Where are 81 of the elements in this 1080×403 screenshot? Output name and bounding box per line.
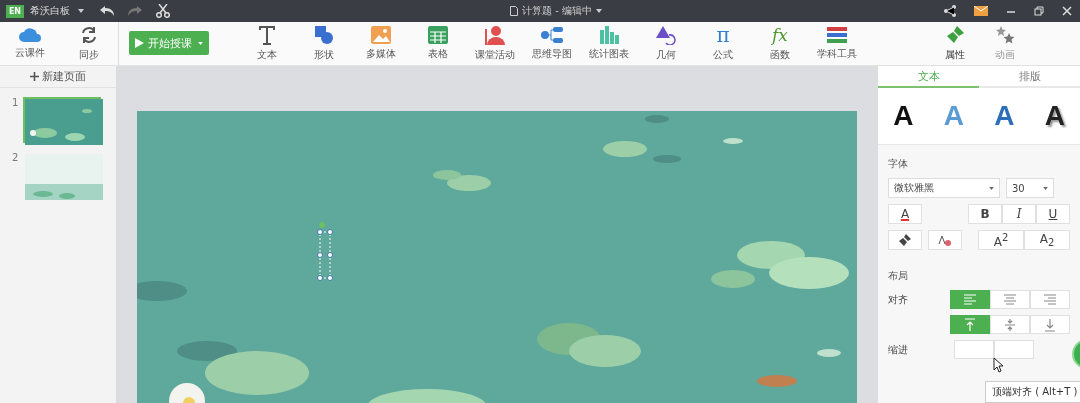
stars-icon bbox=[995, 25, 1015, 45]
page-thumbnail[interactable] bbox=[23, 97, 101, 143]
caret-icon bbox=[1043, 186, 1048, 190]
text-icon bbox=[258, 25, 276, 45]
page-thumbnail[interactable] bbox=[23, 152, 101, 198]
play-icon bbox=[135, 38, 144, 48]
image-icon bbox=[371, 26, 391, 44]
triangle-icon bbox=[655, 25, 677, 45]
align-center-icon bbox=[1002, 292, 1018, 307]
mindmap-tool[interactable]: 思维导图 bbox=[524, 22, 580, 65]
sync-button[interactable]: 同步 bbox=[60, 22, 117, 65]
activity-tool[interactable]: 课堂活动 bbox=[467, 22, 523, 65]
mail-icon[interactable] bbox=[974, 6, 988, 16]
scissors-icon[interactable] bbox=[156, 4, 170, 18]
page-number: 2 bbox=[12, 152, 18, 163]
text-style-option[interactable]: A bbox=[994, 100, 1015, 132]
document-title[interactable]: 计算题 - 编辑中 bbox=[522, 4, 592, 18]
caret-icon[interactable] bbox=[78, 9, 84, 13]
bar-chart-icon bbox=[599, 26, 619, 44]
script-button[interactable]: A$^{2}$ bbox=[978, 230, 1024, 250]
undo-icon[interactable] bbox=[100, 6, 114, 16]
books-tool[interactable]: 学科工具 bbox=[809, 22, 865, 65]
format-painter-button[interactable] bbox=[888, 230, 922, 250]
geometry-tool[interactable]: 几何 bbox=[638, 22, 694, 65]
text-tool[interactable]: 文本 bbox=[239, 22, 295, 65]
bold-button[interactable]: B bbox=[968, 204, 1002, 224]
caret-icon[interactable] bbox=[595, 9, 602, 13]
page-number: 1 bbox=[12, 97, 18, 108]
font-size-dropdown[interactable]: 30 bbox=[1006, 178, 1054, 198]
pi-tool[interactable]: π 公式 bbox=[695, 22, 751, 65]
table-icon bbox=[428, 26, 448, 44]
italic-button[interactable]: I bbox=[1002, 204, 1036, 224]
clear-format-button[interactable] bbox=[928, 230, 962, 250]
font-color-button[interactable]: A bbox=[888, 204, 922, 224]
restore-icon[interactable] bbox=[1034, 6, 1044, 16]
align-label: 对齐 bbox=[888, 292, 909, 307]
shapes-icon bbox=[314, 25, 334, 45]
fx-tool[interactable]: fx 函数 bbox=[752, 22, 808, 65]
align-button[interactable] bbox=[950, 290, 990, 309]
align-top-icon bbox=[962, 317, 978, 332]
shape-tool[interactable]: 形状 bbox=[296, 22, 352, 65]
new-page-button[interactable]: 新建页面 bbox=[0, 66, 116, 88]
align-right-icon bbox=[1042, 292, 1058, 307]
share-icon[interactable] bbox=[944, 5, 956, 17]
cloud-icon bbox=[17, 27, 42, 43]
underline-button[interactable]: U bbox=[1036, 204, 1070, 224]
font-dropdown[interactable]: 微软雅黑 bbox=[888, 178, 1000, 198]
section-title: 字体 bbox=[887, 157, 909, 171]
eraser-icon bbox=[938, 234, 952, 246]
indent-button[interactable] bbox=[954, 340, 994, 359]
caret-icon bbox=[989, 186, 994, 190]
align-middle-icon bbox=[1002, 317, 1018, 332]
brush-icon bbox=[899, 234, 911, 246]
text-style-option[interactable]: A bbox=[893, 100, 914, 132]
document-icon bbox=[510, 6, 518, 16]
fx-icon: fx bbox=[772, 25, 788, 45]
cursor-icon bbox=[993, 357, 1004, 373]
brush-icon bbox=[945, 25, 965, 45]
chart-tool[interactable]: 统计图表 bbox=[581, 22, 637, 65]
redo-icon[interactable] bbox=[128, 6, 142, 16]
align-left-icon bbox=[962, 292, 978, 307]
mindmap-icon bbox=[541, 26, 563, 44]
tooltip: 顶端对齐 ( Alt+T ) bbox=[985, 381, 1080, 403]
person-icon bbox=[485, 25, 505, 45]
text-style-option[interactable]: A bbox=[1044, 100, 1065, 132]
app-logo-icon: EN bbox=[6, 4, 24, 18]
media-tool[interactable]: 多媒体 bbox=[353, 22, 409, 65]
table-tool[interactable]: 表格 bbox=[410, 22, 466, 65]
indent-label: 缩进 bbox=[888, 342, 909, 357]
section-title: 布局 bbox=[887, 269, 909, 283]
align-button[interactable] bbox=[950, 315, 990, 334]
close-icon[interactable] bbox=[1062, 6, 1072, 16]
pi-icon: π bbox=[716, 25, 730, 45]
app-name[interactable]: 希沃白板 bbox=[30, 4, 70, 18]
books-icon bbox=[826, 26, 848, 44]
align-bottom-icon bbox=[1042, 317, 1058, 332]
indent-button[interactable] bbox=[994, 340, 1034, 359]
cloud-button[interactable]: 云课件 bbox=[1, 22, 58, 65]
script-button[interactable]: A$_{2}$ bbox=[1024, 230, 1070, 250]
plus-icon bbox=[30, 72, 39, 81]
panel-tab[interactable]: 属性 bbox=[930, 22, 980, 65]
